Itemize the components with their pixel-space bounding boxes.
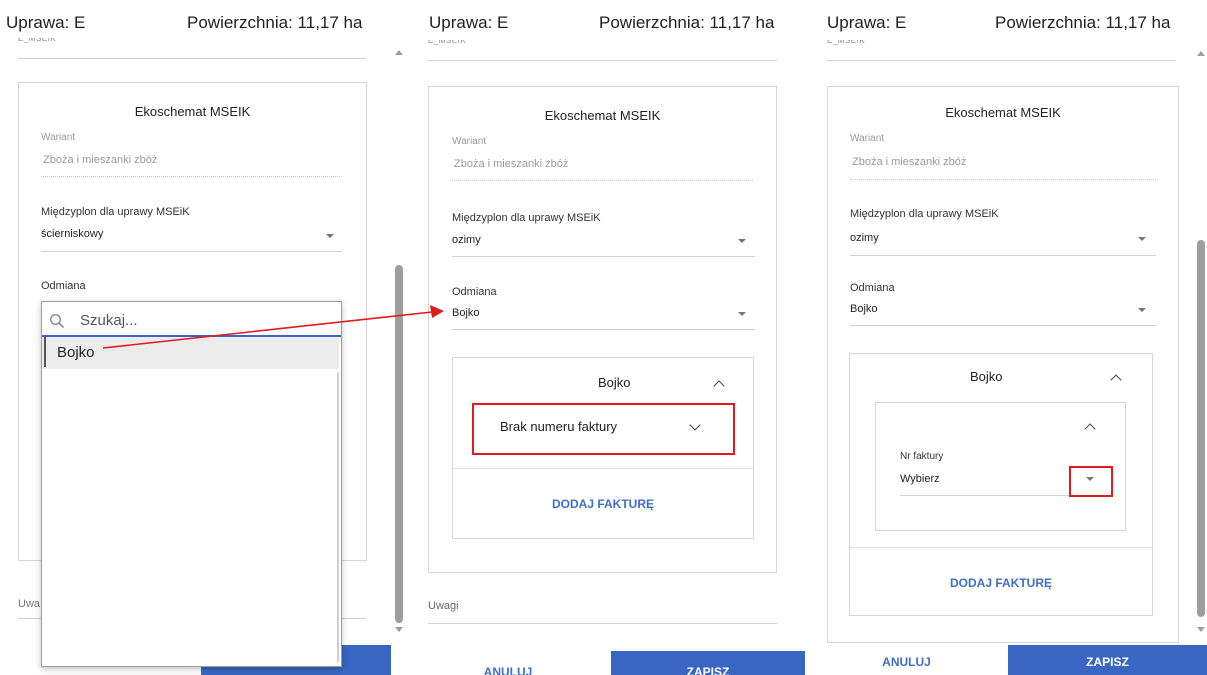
annotation-arrow	[102, 305, 444, 349]
